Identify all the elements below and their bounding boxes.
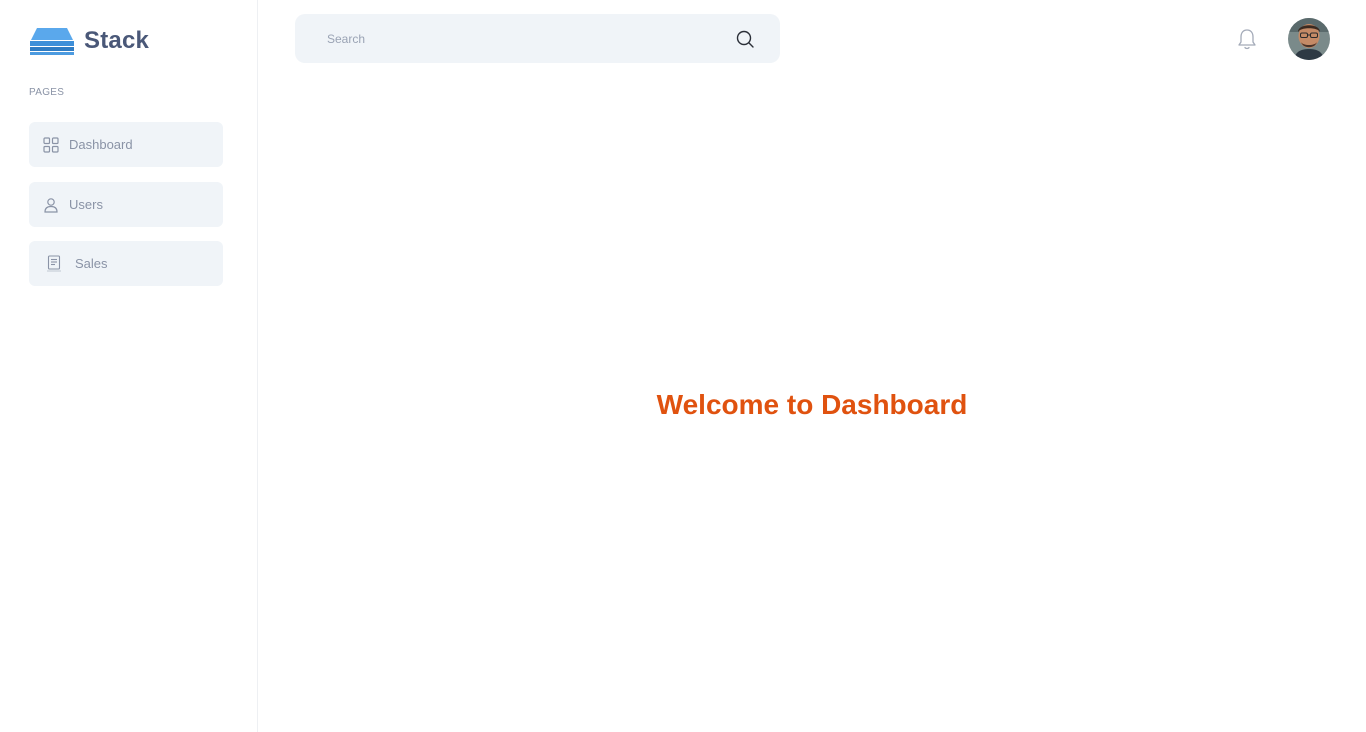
user-icon — [43, 197, 59, 213]
bell-icon[interactable] — [1236, 27, 1258, 51]
receipt-icon — [46, 254, 62, 272]
sidebar-item-sales[interactable]: Sales — [29, 241, 223, 286]
search-input[interactable] — [315, 14, 715, 63]
sidebar-item-label: Dashboard — [69, 137, 133, 152]
app-root: Stack PAGES Dashboard Users Sales Search… — [0, 0, 1366, 732]
user-avatar-icon — [1288, 18, 1330, 60]
app-name: Stack — [84, 27, 150, 54]
stack-logo-icon — [30, 28, 74, 55]
sidebar-item-users[interactable]: Users — [29, 182, 223, 227]
search-bar — [295, 14, 780, 63]
sidebar-section-label: PAGES — [29, 87, 65, 98]
avatar[interactable] — [1288, 18, 1330, 60]
search-icon[interactable] — [735, 29, 755, 49]
grid-icon — [43, 136, 59, 153]
welcome-heading: Welcome to Dashboard — [656, 389, 968, 420]
logo[interactable]: Stack — [29, 26, 149, 56]
sidebar: Stack PAGES Dashboard Users Sales — [0, 0, 258, 732]
sidebar-item-label: Sales — [75, 256, 108, 271]
sidebar-item-dashboard[interactable]: Dashboard — [29, 122, 223, 167]
sidebar-item-label: Users — [69, 197, 103, 212]
